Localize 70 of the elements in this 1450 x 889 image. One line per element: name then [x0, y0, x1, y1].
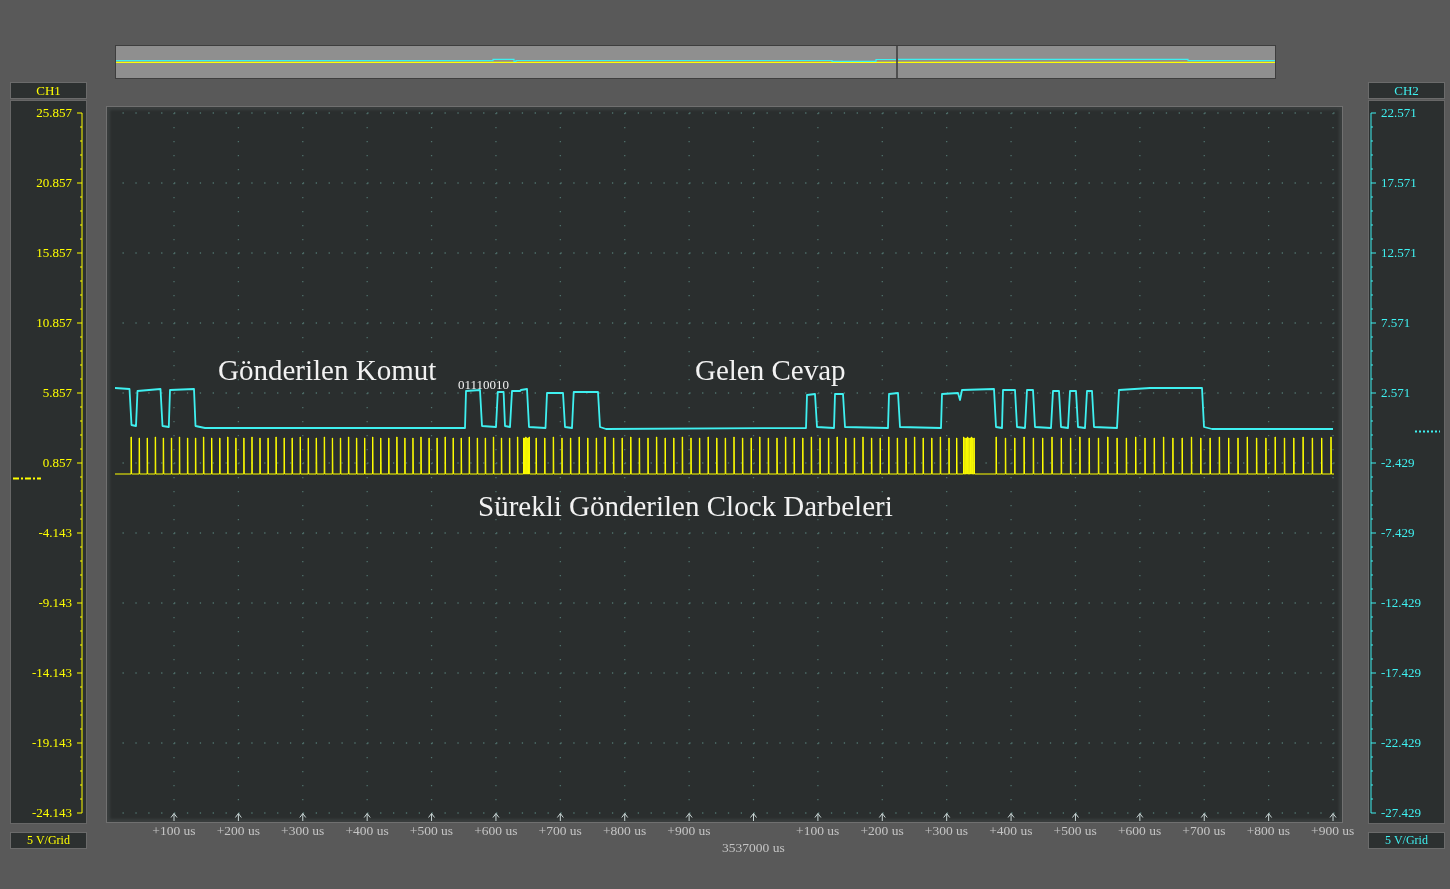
- time-label: +800 us: [603, 823, 647, 840]
- time-label: +200 us: [216, 823, 260, 840]
- tick-arrow-icon: [1265, 813, 1273, 822]
- tick-arrow-icon: [750, 813, 757, 822]
- scale-label: 5 V/Grid: [1368, 832, 1445, 849]
- time-label: +700 us: [1182, 823, 1226, 840]
- bit-sequence-label: 01110010: [458, 378, 510, 391]
- axis-value-label: 0.857: [42, 456, 72, 470]
- axis-value-label: 7.571: [1381, 316, 1411, 330]
- axis-value-label: 15.857: [36, 246, 72, 260]
- time-label: +200 us: [860, 823, 904, 840]
- axis-value-label: 22.571: [1381, 106, 1417, 120]
- time-label: +300 us: [924, 823, 969, 840]
- time-label: +800 us: [1246, 823, 1290, 840]
- axis-value-label: -24.143: [31, 806, 72, 820]
- tick-arrow-icon: [814, 813, 822, 822]
- channel-label: CH2: [1368, 82, 1445, 99]
- time-label: +400 us: [345, 823, 389, 840]
- time-origin-label: 3537000 us: [722, 840, 785, 856]
- axis-value-label: 5.857: [42, 386, 72, 400]
- annotation-text: Sürekli Gönderilen Clock Darbeleri: [478, 492, 893, 521]
- tick-arrow-icon: [234, 813, 242, 822]
- axis-value-label: -7.429: [1381, 526, 1415, 540]
- time-label: +600 us: [1118, 823, 1162, 840]
- tick-arrow-icon: [943, 813, 951, 822]
- axis-value-label: -27.429: [1381, 806, 1422, 820]
- tick-arrow-icon: [621, 813, 629, 822]
- axis-value-label: 20.857: [36, 176, 72, 190]
- axis-value-label: 10.857: [36, 316, 72, 330]
- time-label: +500 us: [409, 823, 454, 840]
- tick-arrow-icon: [1071, 813, 1079, 822]
- tick-arrow-icon: [363, 813, 371, 822]
- time-label: +300 us: [281, 823, 325, 840]
- tick-arrow-icon: [1329, 813, 1337, 822]
- tick-arrow-icon: [428, 813, 436, 822]
- axis-value-label: -4.143: [38, 526, 72, 540]
- tick-arrow-icon: [299, 813, 307, 822]
- tick-arrow-icon: [685, 813, 693, 822]
- time-label: +600 us: [474, 823, 518, 840]
- axis-value-label: -2.429: [1381, 456, 1415, 470]
- axis-value-label: 12.571: [1381, 246, 1417, 260]
- time-label: +400 us: [989, 823, 1033, 840]
- axis-value-label: -14.143: [31, 666, 72, 680]
- scale-label: 5 V/Grid: [10, 832, 87, 849]
- time-label: +500 us: [1053, 823, 1097, 840]
- channel-label: CH1: [10, 82, 87, 99]
- tick-arrow-icon: [492, 813, 500, 822]
- tick-arrow-icon: [1200, 813, 1208, 822]
- annotation-text: Gönderilen Komut: [218, 356, 437, 385]
- axis-value-label: 2.571: [1381, 386, 1411, 400]
- axis-value-label: -9.143: [38, 596, 72, 610]
- time-label: +100 us: [152, 823, 196, 840]
- annotation-text: Gelen Cevap: [695, 356, 846, 385]
- axis-value-label: 17.571: [1381, 176, 1417, 190]
- tick-arrow-icon: [170, 813, 178, 822]
- offset-marker-icon: [1415, 429, 1440, 433]
- time-label: +900 us: [1311, 823, 1355, 840]
- time-label: +100 us: [796, 823, 840, 840]
- axis-value-label: -19.143: [31, 736, 72, 750]
- tick-arrow-icon: [556, 813, 564, 822]
- axis-value-label: -12.429: [1381, 596, 1422, 610]
- axis-value-label: 25.857: [36, 106, 72, 120]
- time-label: +900 us: [667, 823, 711, 840]
- tick-arrow-icon: [1136, 813, 1144, 822]
- axis-value-label: -17.429: [1381, 666, 1422, 680]
- time-label: +700 us: [538, 823, 582, 840]
- offset-marker-icon: [13, 476, 41, 480]
- tick-arrow-icon: [1007, 813, 1015, 822]
- axis-value-label: -22.429: [1381, 736, 1422, 750]
- tick-arrow-icon: [878, 813, 886, 822]
